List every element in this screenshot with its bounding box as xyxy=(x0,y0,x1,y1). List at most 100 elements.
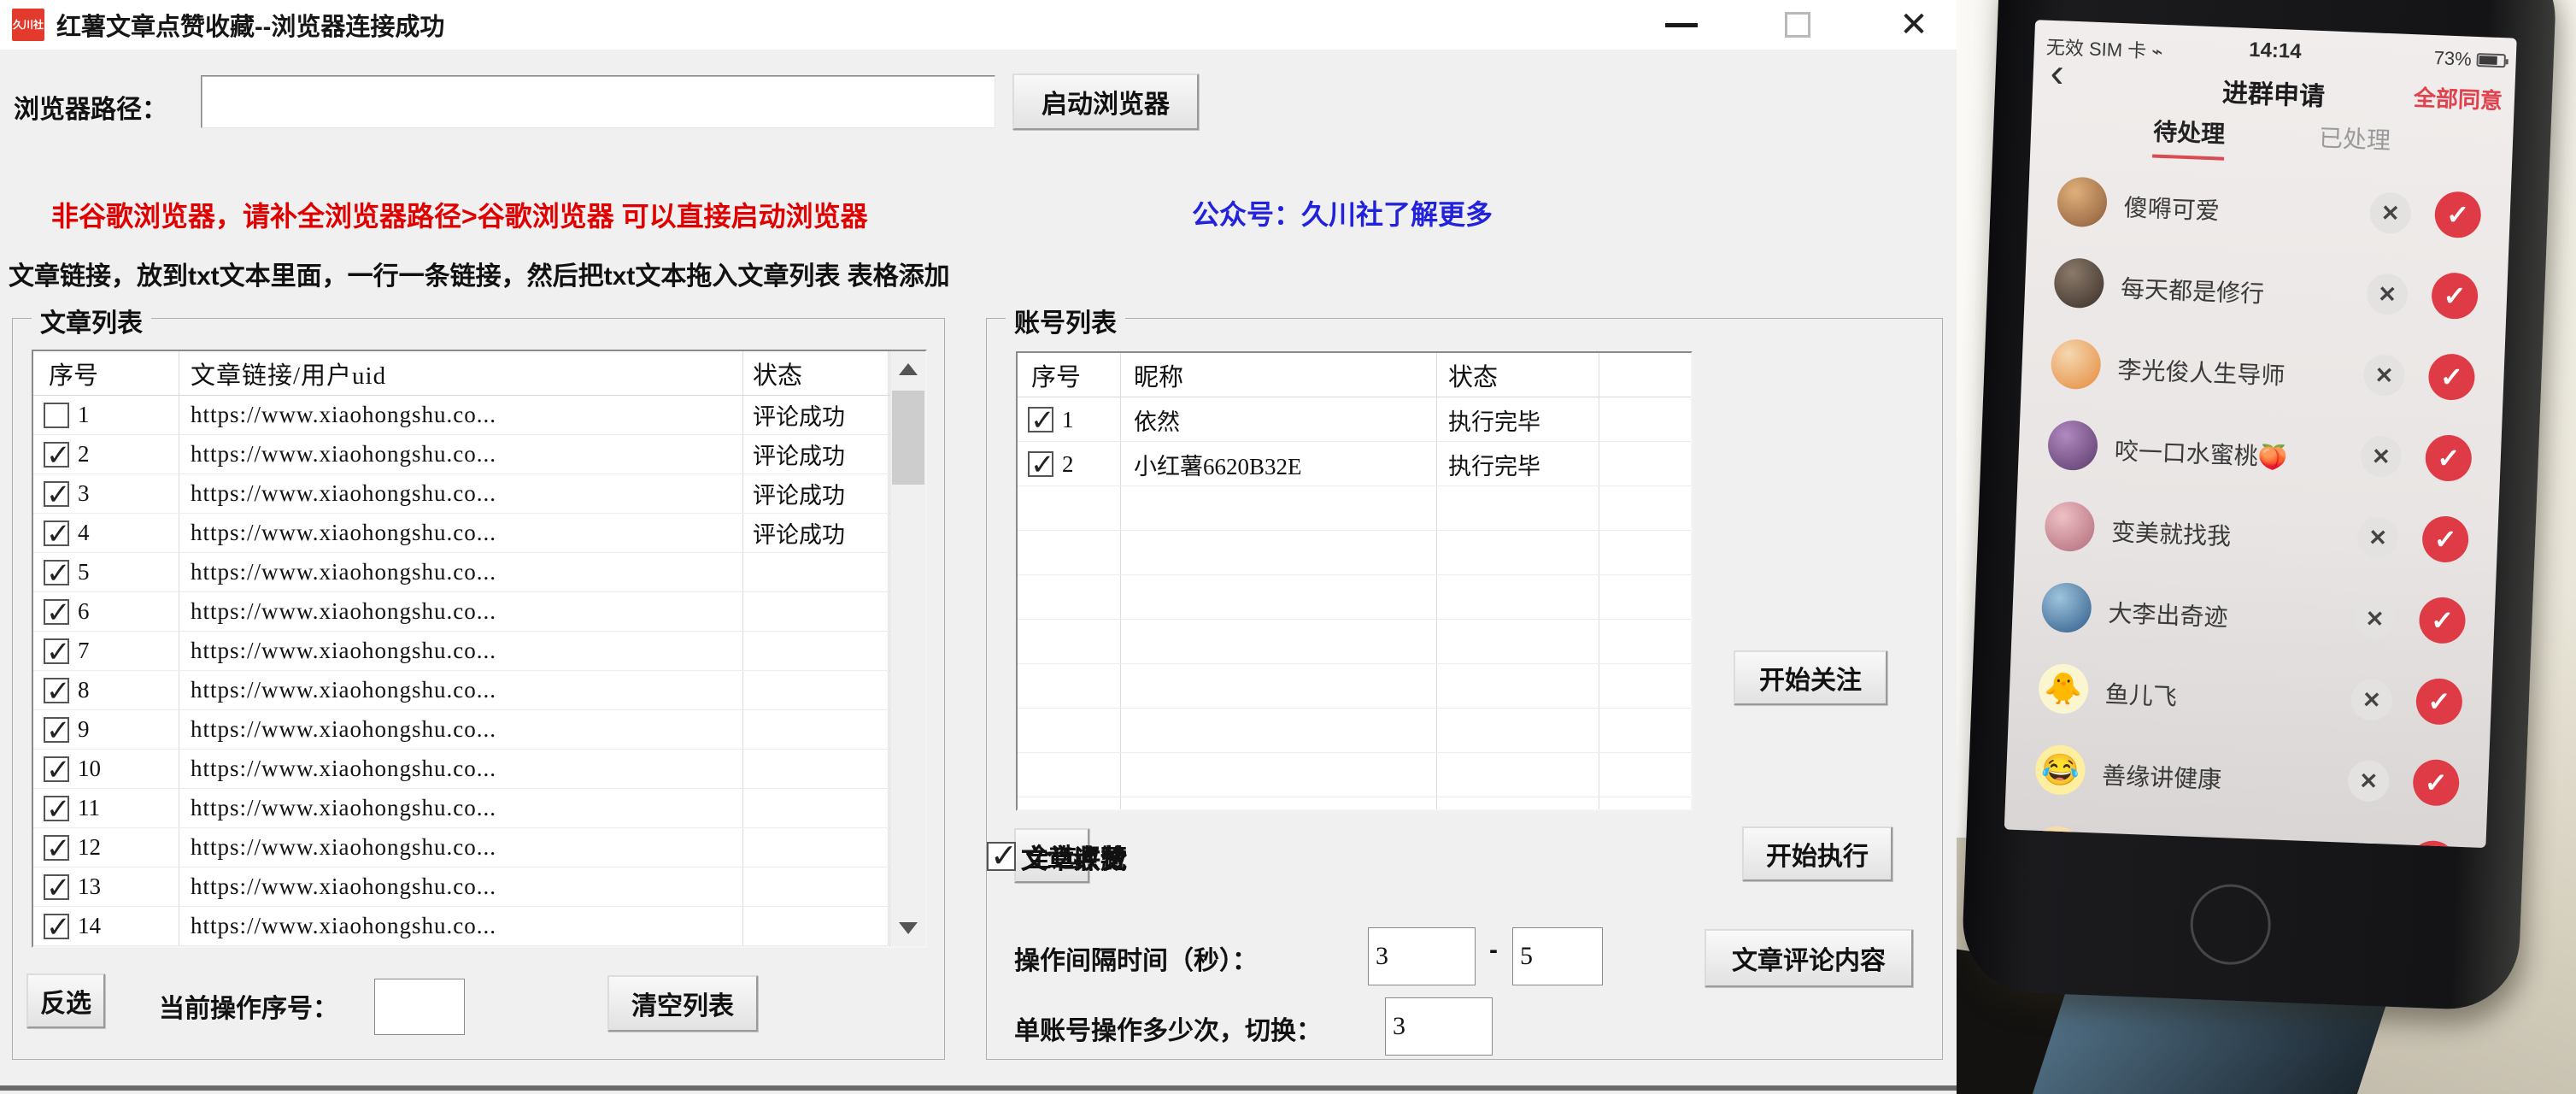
row-checkbox[interactable] xyxy=(44,438,71,473)
account-row[interactable]: 2 小红薯6620B32E 执行完毕 xyxy=(1018,442,1691,486)
action-checkbox[interactable]: 文章评论 xyxy=(987,830,1127,883)
row-index: 1 xyxy=(78,402,90,427)
row-checkbox[interactable] xyxy=(44,674,71,709)
invert-selection-button[interactable]: 反选 xyxy=(26,973,105,1028)
row-checkbox[interactable] xyxy=(44,910,71,944)
row-status: 执行完毕 xyxy=(1448,409,1540,435)
interval-max-input[interactable] xyxy=(1512,927,1603,985)
row-checkbox[interactable] xyxy=(44,635,71,669)
article-row[interactable]: 6 https://www.xiaohongshu.co... xyxy=(33,592,889,632)
approve-button[interactable]: ✓ xyxy=(2424,434,2473,483)
article-row[interactable]: 2 https://www.xiaohongshu.co... 评论成功 xyxy=(33,435,889,474)
col-nickname: 昵称 xyxy=(1134,363,1184,391)
checkbox-icon[interactable] xyxy=(987,837,1018,875)
scroll-down-button[interactable] xyxy=(890,910,925,946)
article-row[interactable]: 7 https://www.xiaohongshu.co... xyxy=(33,632,889,671)
scroll-up-button[interactable] xyxy=(890,351,925,387)
row-index: 8 xyxy=(78,677,90,703)
approve-button[interactable]: ✓ xyxy=(2418,596,2467,644)
article-row[interactable]: 14 https://www.xiaohongshu.co... xyxy=(33,907,889,946)
row-index: 2 xyxy=(78,441,90,467)
maximize-button[interactable] xyxy=(1772,4,1823,45)
reject-button[interactable]: ✕ xyxy=(2366,273,2409,316)
row-checkbox[interactable] xyxy=(44,556,71,591)
interval-min-input[interactable] xyxy=(1368,927,1476,985)
reject-button[interactable]: ✕ xyxy=(2350,678,2393,721)
row-checkbox[interactable] xyxy=(44,402,69,428)
reject-button[interactable]: ✕ xyxy=(2362,354,2406,397)
phone-tab[interactable]: 已处理 xyxy=(2318,120,2391,167)
home-button[interactable] xyxy=(2188,882,2273,967)
article-scrollbar[interactable] xyxy=(889,351,925,946)
article-row[interactable]: 13 https://www.xiaohongshu.co... xyxy=(33,868,889,907)
row-checkbox[interactable] xyxy=(44,596,71,630)
row-checkbox[interactable] xyxy=(1028,448,1055,482)
phone-tab[interactable]: 待处理 xyxy=(2152,113,2226,161)
window-title: 红薯文章点赞收藏--浏览器连接成功 xyxy=(56,14,445,41)
minimize-button[interactable] xyxy=(1656,4,1707,45)
reject-button[interactable]: ✕ xyxy=(2356,516,2400,559)
row-checkbox[interactable] xyxy=(1028,403,1055,438)
approve-button[interactable]: ✓ xyxy=(2431,272,2479,321)
article-list-groupbox: 文章列表 序号 文章链接/用户uid 状态 1 https://www.xiao xyxy=(12,302,945,1060)
browser-warning-text: 非谷歌浏览器，请补全浏览器路径>谷歌浏览器 可以直接启动浏览器 xyxy=(51,201,868,232)
close-button[interactable]: ✕ xyxy=(1888,4,1939,45)
approve-button[interactable]: ✓ xyxy=(2415,677,2463,726)
article-row[interactable]: 8 https://www.xiaohongshu.co... xyxy=(33,671,889,710)
row-index: 3 xyxy=(78,480,90,506)
maximize-icon xyxy=(1785,12,1810,38)
reject-button[interactable]: ✕ xyxy=(2344,840,2387,849)
row-checkbox[interactable] xyxy=(44,753,71,787)
row-link: https://www.xiaohongshu.co... xyxy=(191,402,496,427)
article-row[interactable]: 9 https://www.xiaohongshu.co... xyxy=(33,710,889,750)
row-checkbox[interactable] xyxy=(44,714,71,748)
reject-button[interactable]: ✕ xyxy=(2347,759,2391,803)
reject-button[interactable]: ✕ xyxy=(2359,435,2403,478)
scrollbar-thumb[interactable] xyxy=(892,391,924,485)
avatar xyxy=(2040,581,2092,634)
row-checkbox[interactable] xyxy=(44,792,71,826)
account-table[interactable]: 序号 昵称 状态 1 依然 执行完毕 xyxy=(1016,351,1693,811)
approve-button[interactable]: ✓ xyxy=(2409,839,2457,849)
app-icon: 久川社 xyxy=(12,9,44,41)
article-row[interactable]: 3 https://www.xiaohongshu.co... 评论成功 xyxy=(33,474,889,514)
approve-all-button[interactable]: 全部同意 xyxy=(2413,80,2503,115)
approve-button[interactable]: ✓ xyxy=(2427,353,2476,402)
row-index: 1 xyxy=(1062,406,1074,432)
start-follow-button[interactable]: 开始关注 xyxy=(1734,650,1887,705)
article-row[interactable]: 4 https://www.xiaohongshu.co... 评论成功 xyxy=(33,514,889,553)
clear-list-button[interactable]: 清空列表 xyxy=(607,975,758,1032)
row-index: 5 xyxy=(78,559,90,585)
article-table[interactable]: 序号 文章链接/用户uid 状态 1 https://www.xiaohongs… xyxy=(32,350,927,948)
article-table-header[interactable]: 序号 文章链接/用户uid 状态 xyxy=(33,351,925,396)
launch-browser-button[interactable]: 启动浏览器 xyxy=(1012,74,1199,130)
reject-button[interactable]: ✕ xyxy=(2353,597,2397,640)
browser-path-input[interactable] xyxy=(201,75,995,128)
account-list-groupbox: 账号列表 序号 昵称 状态 1 依然 执行 xyxy=(986,302,1943,1060)
account-table-header[interactable]: 序号 昵称 状态 xyxy=(1018,353,1691,397)
approve-button[interactable]: ✓ xyxy=(2433,191,2482,239)
avatar: 🐥 xyxy=(2038,662,2090,715)
avatar: 🐹 xyxy=(2031,825,2083,849)
reject-button[interactable]: ✕ xyxy=(2368,191,2412,235)
account-row[interactable]: 1 依然 执行完毕 xyxy=(1018,397,1691,442)
row-checkbox[interactable] xyxy=(44,871,71,905)
comment-content-button[interactable]: 文章评论内容 xyxy=(1705,929,1913,987)
row-checkbox[interactable] xyxy=(44,478,71,512)
avatar xyxy=(2056,176,2109,228)
current-index-input[interactable] xyxy=(374,979,465,1035)
account-list-title: 账号列表 xyxy=(1006,302,1125,339)
scroll-up-icon xyxy=(899,363,918,375)
article-row[interactable]: 5 https://www.xiaohongshu.co... xyxy=(33,553,889,592)
approve-button[interactable]: ✓ xyxy=(2421,515,2470,563)
article-list-title: 文章列表 xyxy=(32,302,151,339)
approve-button[interactable]: ✓ xyxy=(2412,758,2461,807)
article-row[interactable]: 12 https://www.xiaohongshu.co... xyxy=(33,828,889,868)
start-execute-button[interactable]: 开始执行 xyxy=(1742,826,1892,881)
article-row[interactable]: 10 https://www.xiaohongshu.co... xyxy=(33,750,889,789)
article-row[interactable]: 11 https://www.xiaohongshu.co... xyxy=(33,789,889,828)
article-row[interactable]: 1 https://www.xiaohongshu.co... 评论成功 xyxy=(33,396,889,435)
row-checkbox[interactable] xyxy=(44,517,71,551)
switch-count-input[interactable] xyxy=(1385,997,1493,1056)
row-checkbox[interactable] xyxy=(44,832,71,866)
